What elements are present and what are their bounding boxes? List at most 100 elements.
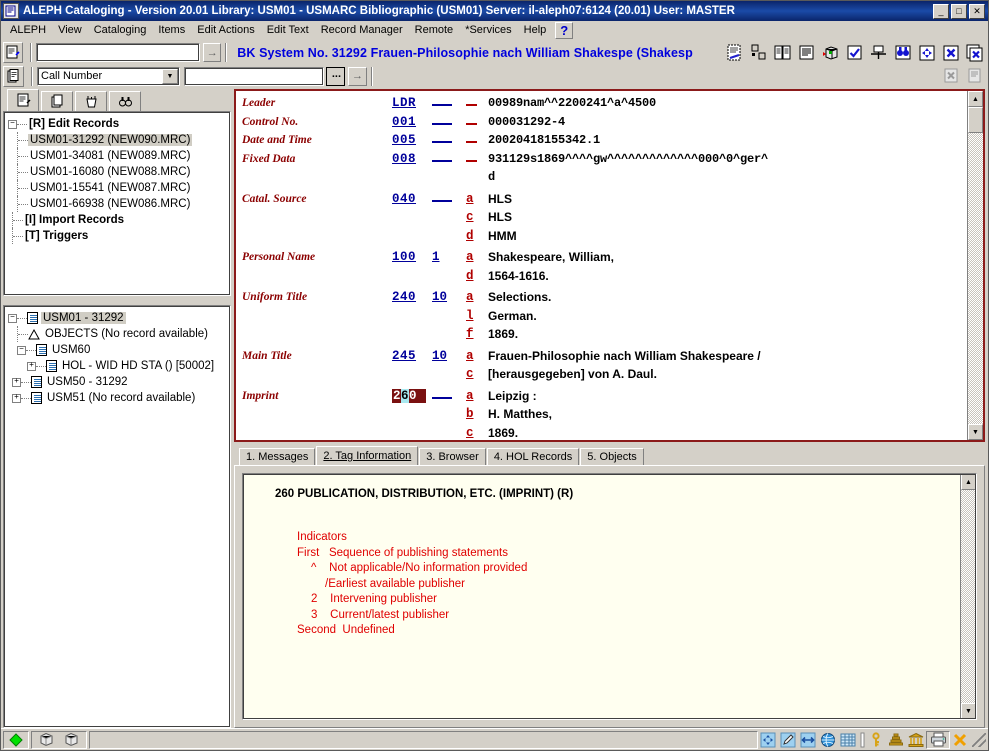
list-view-icon[interactable]	[796, 42, 818, 63]
marc-vertical-scrollbar[interactable]: ▲ ▼	[967, 91, 983, 440]
marc-subfield-code[interactable]: d	[466, 269, 488, 283]
delete-record-icon[interactable]	[940, 66, 962, 87]
marc-row[interactable]: l German.	[242, 307, 967, 326]
library-icon[interactable]	[906, 731, 926, 749]
maximize-button[interactable]: □	[951, 3, 967, 19]
marc-subfield-code[interactable]: c	[466, 367, 488, 381]
minimize-button[interactable]: _	[933, 3, 949, 19]
expand-nodes-icon[interactable]	[916, 42, 938, 63]
marc-field-value[interactable]: 000031292-4	[488, 115, 967, 129]
stack-icon[interactable]	[886, 731, 906, 749]
marc-field-tag-selected[interactable]: 260	[392, 388, 426, 403]
marc-row[interactable]: c 1869.	[242, 424, 967, 441]
marc-row[interactable]: Fixed Data 008 931129s1869^^^^gw^^^^^^^^…	[242, 150, 967, 169]
marc-row[interactable]: Personal Name 100 1 a Shakespeare, Willi…	[242, 248, 967, 267]
index-type-select[interactable]: Call Number ▼	[37, 66, 180, 86]
scroll-down-button[interactable]: ▼	[968, 424, 983, 440]
marc-row[interactable]: b H. Matthes,	[242, 405, 967, 424]
tree-node[interactable]: USM01-15541 (NEW087.MRC)	[8, 180, 228, 196]
menu-item-view[interactable]: View	[52, 22, 88, 38]
new-record-icon[interactable]	[724, 42, 746, 63]
marc-subfield-code[interactable]: l	[466, 309, 488, 323]
sidebar-item-basket-tab[interactable]	[75, 91, 107, 111]
menu-item-services[interactable]: *Services	[459, 22, 517, 38]
cube-status-icons[interactable]	[31, 730, 87, 749]
quick-search-input[interactable]	[35, 43, 201, 62]
marc-subfield-code[interactable]	[466, 133, 488, 147]
tab-objects[interactable]: 5. Objects	[580, 448, 644, 465]
marc-field-value[interactable]: Shakespeare, William,	[488, 250, 967, 264]
marc-row[interactable]: Date and Time 005 20020418155342.1	[242, 131, 967, 150]
marc-row[interactable]: d	[242, 168, 967, 187]
marc-indicator[interactable]	[432, 152, 466, 166]
marc-indicator[interactable]	[432, 192, 466, 206]
scroll-up-button[interactable]: ▲	[961, 474, 976, 490]
sidebar-item-edit-records-tab[interactable]	[7, 89, 39, 111]
marc-row[interactable]: d 1564-1616.	[242, 267, 967, 286]
marc-indicator[interactable]: 1	[432, 250, 466, 264]
menu-item-items[interactable]: Items	[152, 22, 191, 38]
menu-item-cataloging[interactable]: Cataloging	[88, 22, 153, 38]
marc-subfield-code[interactable]	[466, 96, 488, 110]
edit-records-tree[interactable]: − [R] Edit Records USM01-31292 (NEW090.M…	[3, 111, 231, 296]
tree-node[interactable]: USM01-16080 (NEW088.MRC)	[8, 164, 228, 180]
tag-information-content[interactable]: 260 PUBLICATION, DISTRIBUTION, ETC. (IMP…	[242, 473, 977, 720]
scroll-track[interactable]	[968, 133, 983, 424]
duplicate-record-icon[interactable]	[748, 42, 770, 63]
tree-node[interactable]: + HOL - WID HD STA () [50002]	[8, 358, 228, 374]
resize-grip[interactable]	[972, 732, 986, 747]
marc-field-value[interactable]: 00989nam^^2200241^a^4500	[488, 96, 967, 110]
expand-icon[interactable]: +	[27, 361, 36, 371]
marc-indicator[interactable]	[432, 389, 466, 403]
document-edit-icon[interactable]	[3, 42, 23, 63]
expand-icon[interactable]: +	[12, 393, 21, 403]
index-search-input[interactable]	[184, 66, 324, 86]
marc-field-value[interactable]: HLS	[488, 192, 967, 206]
tab-browser[interactable]: 3. Browser	[419, 448, 486, 465]
marc-subfield-code[interactable]: a	[466, 192, 488, 206]
tree-node[interactable]: USM01-34081 (NEW089.MRC)	[8, 148, 228, 164]
globe-icon[interactable]	[818, 731, 838, 749]
navigate-icon[interactable]	[758, 731, 778, 749]
marc-subfield-code[interactable]: a	[466, 290, 488, 304]
collapse-icon[interactable]: −	[8, 313, 17, 323]
close-record-icon[interactable]	[940, 42, 962, 63]
menu-item-record-manager[interactable]: Record Manager	[315, 22, 409, 38]
marc-subfield-code[interactable]: f	[466, 327, 488, 341]
marc-field-value[interactable]: 1564-1616.	[488, 269, 967, 283]
scroll-track[interactable]	[961, 490, 976, 703]
marc-field-value[interactable]: 1869.	[488, 426, 967, 440]
tree-node[interactable]: OBJECTS (No record available)	[8, 326, 228, 342]
marc-subfield-code[interactable]: a	[466, 349, 488, 363]
scroll-down-button[interactable]: ▼	[961, 703, 976, 719]
record-hierarchy-tree[interactable]: − USM01 - 31292 OBJECTS (No record avail…	[3, 305, 231, 728]
close-button[interactable]: ✕	[969, 3, 985, 19]
collapse-icon[interactable]: −	[17, 345, 26, 355]
close-all-records-icon[interactable]	[964, 42, 986, 63]
transfer-icon[interactable]	[798, 731, 818, 749]
marc-field-value[interactable]: HMM	[488, 229, 967, 243]
marc-indicator[interactable]	[432, 133, 466, 147]
tree-node[interactable]: USM01-66938 (NEW086.MRC)	[8, 196, 228, 212]
tree-node[interactable]: + USM50 - 31292	[8, 374, 228, 390]
marc-row[interactable]: c HLS	[242, 208, 967, 227]
menu-item-edit-text[interactable]: Edit Text	[261, 22, 315, 38]
tag-information-scrollbar[interactable]: ▲ ▼	[960, 474, 976, 719]
open-book-icon[interactable]	[772, 42, 794, 63]
tab-messages[interactable]: 1. Messages	[239, 448, 316, 465]
browse-list-button[interactable]: ...	[326, 66, 345, 86]
marc-field-value[interactable]: 1869.	[488, 327, 967, 341]
tree-node[interactable]: [I] Import Records	[8, 212, 228, 228]
marc-field-tag[interactable]: 245	[392, 349, 432, 363]
green-diamond-status-icon[interactable]	[3, 730, 29, 749]
marc-row-selected[interactable]: Imprint 260 a Leipzig :	[242, 387, 967, 406]
marc-row[interactable]: d HMM	[242, 227, 967, 246]
marc-row[interactable]: Uniform Title 240 10 a Selections.	[242, 288, 967, 307]
marc-field-value[interactable]: H. Matthes,	[488, 407, 967, 421]
tree-node[interactable]: [T] Triggers	[8, 228, 228, 244]
marc-field-tag[interactable]: 005	[392, 133, 432, 147]
menu-item-edit-actions[interactable]: Edit Actions	[191, 22, 260, 38]
marc-field-tag[interactable]: 001	[392, 115, 432, 129]
marc-subfield-code[interactable]: a	[466, 250, 488, 264]
marc-field-value[interactable]: [herausgegeben] von A. Daul.	[488, 367, 967, 381]
